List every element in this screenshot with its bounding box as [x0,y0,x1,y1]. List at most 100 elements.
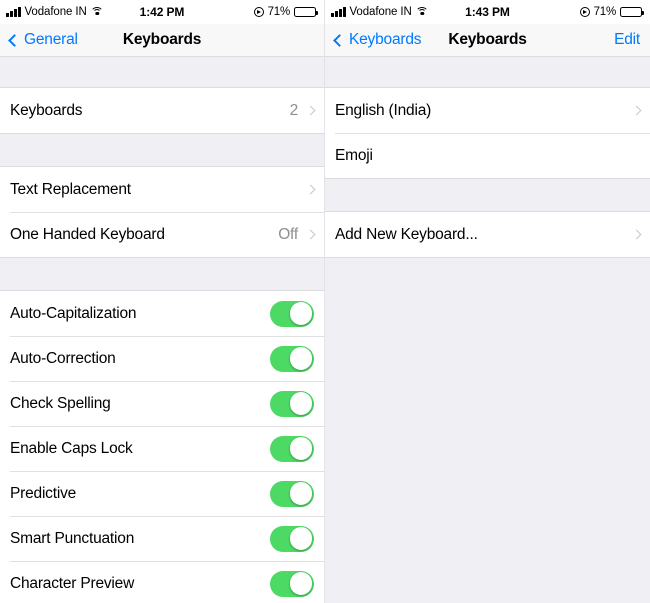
row-label: Predictive [10,484,77,502]
status-bar-left: Vodafone IN [331,6,429,18]
status-bar-right: 71% [253,6,318,18]
row-add-new-keyboard[interactable]: Add New Keyboard... [325,212,650,257]
row-accessory [270,300,314,327]
row-accessory: 2 [289,101,316,120]
toggle-knob [289,392,313,415]
row-keyboards[interactable]: Keyboards 2 [0,88,324,133]
row-label: Text Replacement [10,180,131,198]
row-auto-correction[interactable]: Auto-Correction [0,336,324,381]
section-add-keyboard: Add New Keyboard... [325,211,650,258]
status-bar: Vodafone IN 1:43 PM 71% [325,0,650,24]
toggle-character-preview[interactable] [270,570,314,597]
status-bar: Vodafone IN 1:42 PM 71% [0,0,324,24]
toggle-knob [289,527,313,550]
navigation-bar: General Keyboards [0,24,324,57]
navigation-bar: Keyboards Keyboards Edit [325,24,650,57]
row-accessory: Off [278,225,316,244]
row-accessory [631,229,642,240]
row-accessory [270,525,314,552]
row-label: Smart Punctuation [10,529,135,547]
edit-button[interactable]: Edit [614,31,640,49]
row-text-replacement[interactable]: Text Replacement [0,167,324,212]
row-accessory [270,435,314,462]
row-predictive[interactable]: Predictive [0,471,324,516]
row-label: Character Preview [10,574,135,592]
row-auto-capitalization[interactable]: Auto-Capitalization [0,291,324,336]
toggle-predictive[interactable] [270,480,314,507]
row-accessory [270,570,314,597]
wifi-icon [90,6,104,18]
section-typing-toggles: Auto-Capitalization Auto-Correction Chec… [0,290,324,603]
toggle-smart-punctuation[interactable] [270,525,314,552]
carrier-label: Vodafone IN [24,6,87,18]
row-label: One Handed Keyboard [10,225,165,243]
location-services-icon [579,7,590,17]
section-gap [0,57,324,87]
battery-icon [294,6,318,18]
section-active-keyboards: English (India) Emoji [325,87,650,179]
section-gap [325,57,650,87]
toggle-knob [289,347,313,370]
row-label: Auto-Correction [10,349,116,367]
section-gap [0,258,324,290]
toggle-auto-correction[interactable] [270,345,314,372]
row-enable-caps-lock[interactable]: Enable Caps Lock [0,426,324,471]
row-label: Auto-Capitalization [10,304,137,322]
row-smart-punctuation[interactable]: Smart Punctuation [0,516,324,561]
row-label: Enable Caps Lock [10,439,133,457]
row-emoji[interactable]: Emoji [325,133,650,178]
section-text-options: Text Replacement One Handed Keyboard Off [0,166,324,258]
carrier-label: Vodafone IN [349,6,412,18]
status-bar-left: Vodafone IN [6,6,104,18]
settings-list[interactable]: Keyboards 2 Text Replacement One Handed … [0,57,324,603]
section-gap [325,179,650,211]
keyboards-list[interactable]: English (India) Emoji Add New Keyboard..… [325,57,650,603]
row-label: Check Spelling [10,394,111,412]
row-value: 2 [289,101,299,119]
toggle-knob [289,302,313,325]
toggle-enable-caps-lock[interactable] [270,435,314,462]
row-value: Off [278,225,298,243]
back-button-general[interactable]: General [8,31,78,49]
back-button-keyboards[interactable]: Keyboards [333,31,422,49]
row-label: English (India) [335,101,432,119]
row-english-india[interactable]: English (India) [325,88,650,133]
battery-percent-label: 71% [267,6,291,18]
toggle-auto-capitalization[interactable] [270,300,314,327]
dual-screenshot-container: Vodafone IN 1:42 PM 71% General Keyboard… [0,0,650,603]
row-accessory [270,390,314,417]
row-accessory [298,184,316,195]
toggle-check-spelling[interactable] [270,390,314,417]
chevron-left-icon [333,33,346,47]
screen-keyboards-list: Vodafone IN 1:43 PM 71% Keyboards Keyboa… [325,0,650,603]
battery-icon [620,6,644,18]
back-button-label: General [24,31,78,48]
empty-area [325,258,650,558]
section-keyboards: Keyboards 2 [0,87,324,134]
signal-bars-icon [331,7,346,17]
chevron-left-icon [8,33,21,47]
chevron-right-icon [305,184,316,195]
section-gap [0,134,324,166]
row-accessory [631,105,642,116]
row-one-handed-keyboard[interactable]: One Handed Keyboard Off [0,212,324,257]
toggle-knob [289,482,313,505]
row-label: Add New Keyboard... [335,225,478,243]
chevron-right-icon [305,105,316,116]
row-check-spelling[interactable]: Check Spelling [0,381,324,426]
toggle-knob [289,437,313,460]
status-bar-right: 71% [579,6,644,18]
wifi-icon [415,6,429,18]
toggle-knob [289,572,313,595]
signal-bars-icon [6,7,21,17]
row-label: Keyboards [10,101,83,119]
screen-keyboards-settings: Vodafone IN 1:42 PM 71% General Keyboard… [0,0,325,603]
chevron-right-icon [631,229,642,240]
chevron-right-icon [305,229,316,240]
row-accessory [270,480,314,507]
chevron-right-icon [631,105,642,116]
row-character-preview[interactable]: Character Preview [0,561,324,603]
back-button-label: Keyboards [349,31,422,48]
battery-percent-label: 71% [593,6,617,18]
location-services-icon [253,7,264,17]
